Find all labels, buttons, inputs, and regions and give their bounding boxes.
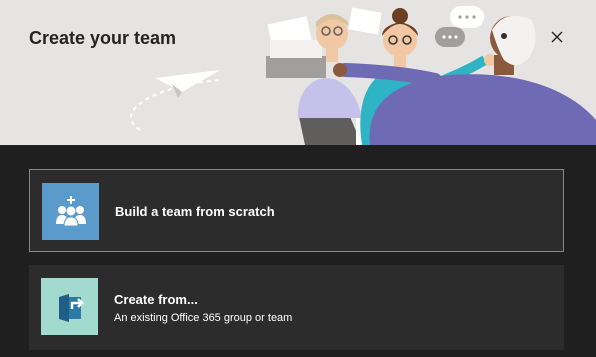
people-add-icon bbox=[42, 183, 99, 240]
option-title: Build a team from scratch bbox=[115, 204, 275, 219]
team-illustration bbox=[130, 6, 596, 145]
build-from-scratch-option[interactable]: Build a team from scratch bbox=[29, 169, 564, 252]
close-icon bbox=[551, 31, 563, 43]
close-button[interactable] bbox=[546, 26, 568, 48]
option-title: Create from... bbox=[114, 292, 198, 307]
option-text: Create from... An existing Office 365 gr… bbox=[114, 292, 292, 324]
group-convert-icon bbox=[41, 278, 98, 335]
header-banner: Create your team bbox=[0, 0, 596, 145]
options-panel: Build a team from scratch Create from...… bbox=[0, 145, 596, 357]
create-team-dialog: Create your team Build a team from scrat… bbox=[0, 0, 596, 357]
create-from-existing-option[interactable]: Create from... An existing Office 365 gr… bbox=[29, 265, 564, 350]
option-subtitle: An existing Office 365 group or team bbox=[114, 312, 293, 324]
option-text: Build a team from scratch bbox=[115, 204, 275, 219]
